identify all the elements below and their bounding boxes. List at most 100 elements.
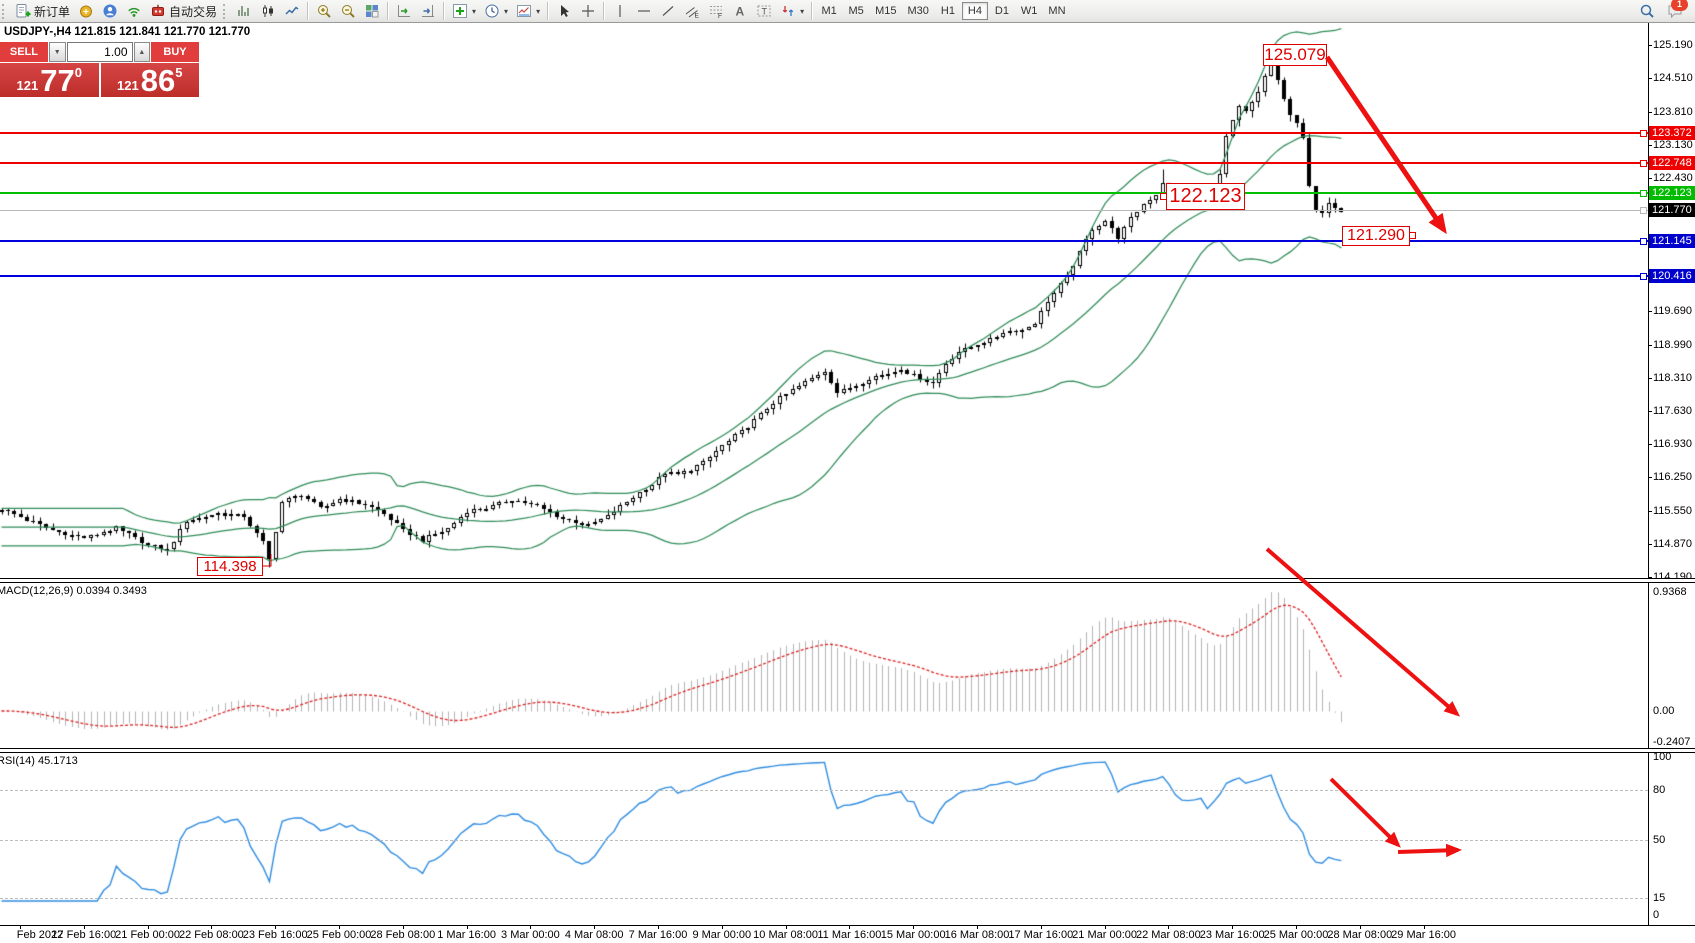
horizontal-line-icon <box>636 3 652 19</box>
fibonacci-icon: F <box>708 3 724 19</box>
dropdown-arrow-icon: ▾ <box>536 7 540 16</box>
auto-scroll-button[interactable] <box>392 1 416 21</box>
channel-tool-button[interactable]: E <box>680 1 704 21</box>
vertical-line-tool-button[interactable] <box>608 1 632 21</box>
rsi-label: RSI(14) 45.1713 <box>0 755 78 767</box>
template-icon <box>516 3 532 19</box>
toolbar-separator <box>443 2 445 20</box>
trendline-tool-button[interactable] <box>656 1 680 21</box>
buy-price-main: 121 <box>117 78 139 93</box>
timeframe-m30[interactable]: M30 <box>903 2 934 20</box>
crosshair-tool-button[interactable] <box>576 1 600 21</box>
svg-text:E: E <box>695 13 700 20</box>
timeframe-mn[interactable]: MN <box>1043 2 1070 20</box>
cursor-tool-button[interactable] <box>552 1 576 21</box>
toolbar-separator <box>387 2 389 20</box>
mt4-window: 新订单 自动交易 ▾ ▾ ▾ <box>0 0 1695 943</box>
arrow-objects-icon <box>780 3 796 19</box>
macd-pane-separator[interactable] <box>0 578 1695 583</box>
chart-canvas[interactable] <box>0 0 1695 943</box>
sell-price-sup: 0 <box>75 65 82 80</box>
price-axis-line <box>1648 22 1649 925</box>
date-axis-line <box>0 925 1695 926</box>
zoom-in-icon <box>316 3 332 19</box>
auto-trading-button[interactable]: 自动交易 <box>146 1 221 21</box>
buy-price-sup: 5 <box>175 65 182 80</box>
volume-input[interactable] <box>67 42 133 62</box>
line-chart-icon <box>284 3 300 19</box>
profile-icon <box>102 3 118 19</box>
equidistant-channel-icon: E <box>684 3 700 19</box>
toolbar: 新订单 自动交易 ▾ ▾ ▾ <box>0 0 1695 23</box>
text-label-tool-button[interactable]: T <box>752 1 776 21</box>
trendline-icon <box>660 3 676 19</box>
profile-button[interactable] <box>98 1 122 21</box>
market-icon <box>78 3 94 19</box>
text-tool-button[interactable]: A <box>728 1 752 21</box>
new-order-button[interactable]: 新订单 <box>11 1 74 21</box>
toolbar-grip <box>223 4 229 19</box>
buy-price[interactable]: 121 86 5 <box>101 63 200 97</box>
indicators-icon <box>452 3 468 19</box>
rsi-pane-separator[interactable] <box>0 748 1695 753</box>
bar-chart-mode-button[interactable] <box>232 1 256 21</box>
timeframe-h1[interactable]: H1 <box>935 2 961 20</box>
buy-price-big: 86 <box>141 66 175 96</box>
signals-icon <box>126 3 142 19</box>
sell-price[interactable]: 121 77 0 <box>0 63 99 97</box>
svg-text:A: A <box>736 5 745 19</box>
volume-increase-button[interactable]: ▲ <box>134 42 151 62</box>
toolbar-separator <box>811 2 813 20</box>
toolbar-grip <box>2 4 8 19</box>
dropdown-arrow-icon: ▾ <box>472 7 476 16</box>
chat-badge: 1 <box>1671 0 1688 11</box>
search-button[interactable] <box>1635 1 1659 21</box>
one-click-trading-panel: SELL ▼ ▲ BUY 121 77 0 121 86 5 <box>0 42 199 97</box>
bar-chart-icon <box>236 3 252 19</box>
chart-title: USDJPY-,H4 121.815 121.841 121.770 121.7… <box>4 26 250 38</box>
signals-button[interactable] <box>122 1 146 21</box>
periods-button[interactable]: ▾ <box>480 1 512 21</box>
search-icon <box>1639 3 1655 19</box>
timeframe-h4[interactable]: H4 <box>962 2 988 20</box>
tile-windows-icon <box>364 3 380 19</box>
clock-icon <box>484 3 500 19</box>
market-button[interactable] <box>74 1 98 21</box>
indicators-button[interactable]: ▾ <box>448 1 480 21</box>
chat-button[interactable]: 1 <box>1663 1 1687 21</box>
zoom-out-button[interactable] <box>336 1 360 21</box>
vertical-line-icon <box>612 3 628 19</box>
candlestick-mode-button[interactable] <box>256 1 280 21</box>
auto-trading-label: 自动交易 <box>169 3 217 20</box>
macd-label: MACD(12,26,9) 0.0394 0.3493 <box>0 585 147 597</box>
timeframe-m5[interactable]: M5 <box>843 2 869 20</box>
timeframe-group: M1M5M15M30H1H4D1W1MN <box>816 2 1070 20</box>
toolbar-separator <box>603 2 605 20</box>
sell-button[interactable]: SELL <box>0 42 48 62</box>
templates-button[interactable]: ▾ <box>512 1 544 21</box>
auto-trading-icon <box>150 3 166 19</box>
cursor-icon <box>556 3 572 19</box>
zoom-in-button[interactable] <box>312 1 336 21</box>
horizontal-line-tool-button[interactable] <box>632 1 656 21</box>
arrows-tool-button[interactable]: ▾ <box>776 1 808 21</box>
volume-decrease-button[interactable]: ▼ <box>49 42 66 62</box>
dropdown-arrow-icon: ▾ <box>504 7 508 16</box>
buy-button[interactable]: BUY <box>151 42 199 62</box>
dropdown-arrow-icon: ▾ <box>800 7 804 16</box>
timeframe-m15[interactable]: M15 <box>870 2 901 20</box>
svg-text:F: F <box>718 13 722 19</box>
chart-shift-icon <box>420 3 436 19</box>
fibonacci-tool-button[interactable]: F <box>704 1 728 21</box>
text-label-icon: T <box>756 3 772 19</box>
crosshair-icon <box>580 3 596 19</box>
text-icon: A <box>732 3 748 19</box>
line-chart-mode-button[interactable] <box>280 1 304 21</box>
tile-windows-button[interactable] <box>360 1 384 21</box>
sell-price-big: 77 <box>40 66 74 96</box>
timeframe-d1[interactable]: D1 <box>989 2 1015 20</box>
timeframe-m1[interactable]: M1 <box>816 2 842 20</box>
timeframe-w1[interactable]: W1 <box>1016 2 1043 20</box>
toolbar-separator <box>547 2 549 20</box>
chart-shift-button[interactable] <box>416 1 440 21</box>
